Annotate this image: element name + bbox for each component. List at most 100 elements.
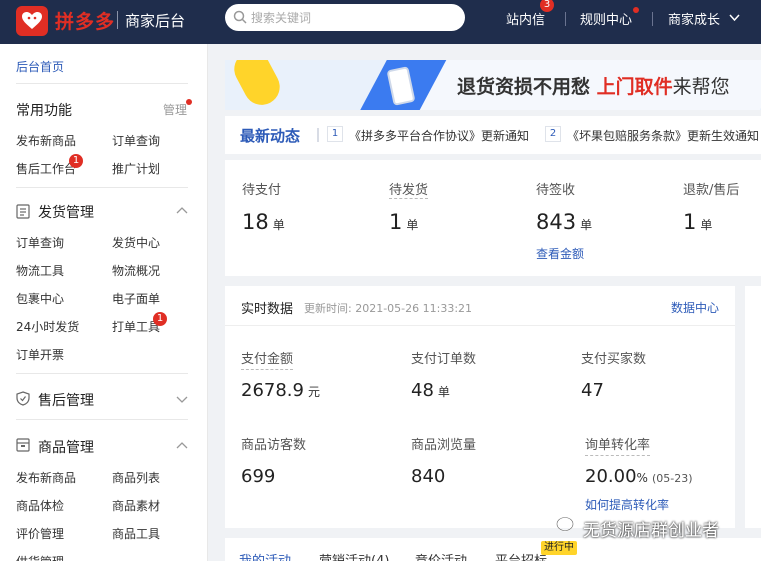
in-progress-badge: 进行中: [541, 541, 577, 555]
tab-platform-tender[interactable]: 平台招标: [495, 550, 547, 561]
sidebar-divider: [16, 83, 188, 84]
sidebar-item-e-waybill[interactable]: 电子面单: [112, 290, 160, 307]
promo-banner[interactable]: 退货资损不用愁 上门取件来帮您: [225, 60, 761, 110]
chevron-up-icon[interactable]: [176, 206, 188, 214]
sidebar-item-aftersale-workbench[interactable]: 售后工作台: [16, 160, 76, 177]
realtime-title: 实时数据: [241, 302, 294, 317]
stat-value-refund[interactable]: 1单: [683, 210, 712, 234]
metric-label-pay-buyers[interactable]: 支付买家数: [581, 348, 646, 369]
metric-value-conversion-rate: 20.00% (05-23): [585, 466, 693, 487]
nav-rules-center[interactable]: 规则中心: [580, 9, 632, 28]
logo-divider: [117, 11, 118, 29]
logo-text[interactable]: 拼多多: [55, 7, 115, 34]
tab-marketing-activity[interactable]: 营销活动(4): [319, 550, 389, 561]
metric-value-pageviews: 840: [411, 466, 446, 487]
stat-label-refund[interactable]: 退款/售后: [683, 179, 739, 198]
sidebar-divider: [16, 419, 188, 420]
sidebar-item-logistics-overview[interactable]: 物流概况: [112, 262, 160, 279]
stat-label-pending-shipment[interactable]: 待发货: [389, 179, 429, 199]
activity-panel: 我的活动 营销活动(4) 竞价活动 平台招标 进行中: [225, 538, 761, 561]
tab-bidding-activity[interactable]: 竞价活动: [415, 550, 467, 561]
goods-box-icon: [16, 438, 30, 452]
metric-label-visitors[interactable]: 商品访客数: [241, 434, 306, 455]
search-icon: [233, 10, 247, 24]
sidebar-item-order-query[interactable]: 订单查询: [112, 132, 160, 149]
improve-conversion-link[interactable]: 如何提高转化率: [585, 496, 669, 513]
sidebar-section-aftersale[interactable]: 售后管理: [38, 390, 94, 410]
sidebar-item-review-manage[interactable]: 评价管理: [16, 525, 64, 542]
wechat-icon: [556, 516, 574, 532]
nav-divider: [652, 12, 653, 26]
stat-label-pending-receipt[interactable]: 待签收: [536, 179, 575, 198]
news-number: 1: [327, 126, 343, 142]
data-center-link[interactable]: 数据中心: [671, 299, 719, 316]
tab-my-activity[interactable]: 我的活动: [239, 550, 291, 561]
realtime-update-time: 更新时间: 2021-05-26 11:33:21: [304, 302, 473, 315]
sidebar-section-goods[interactable]: 商品管理: [38, 437, 94, 457]
sidebar-item-goods-check[interactable]: 商品体检: [16, 497, 64, 514]
realtime-header: 实时数据 更新时间: 2021-05-26 11:33:21 数据中心: [225, 286, 735, 326]
sidebar: 后台首页 常用功能 管理 发布新商品 订单查询 售后工作台 1 推广计划 发货管…: [0, 44, 208, 561]
sidebar-home-link[interactable]: 后台首页: [16, 58, 64, 75]
sidebar-item-supply-manage[interactable]: 供货管理: [16, 553, 64, 561]
sidebar-item-publish-goods[interactable]: 发布新商品: [16, 469, 76, 486]
view-amount-link[interactable]: 查看金额: [536, 245, 584, 262]
search-input[interactable]: [251, 8, 451, 27]
sidebar-item-logistics-tools[interactable]: 物流工具: [16, 262, 64, 279]
nav-messages[interactable]: 站内信: [506, 9, 545, 28]
sidebar-item-order-invoice[interactable]: 订单开票: [16, 346, 64, 363]
news-bar: 最新动态 1 《拼多多平台合作协议》更新通知 2 《坏果包赔服务条款》更新生效通…: [225, 116, 761, 154]
watermark-text: 无货源店群创业者: [583, 521, 719, 541]
stat-value-pending-payment[interactable]: 18 单: [242, 210, 285, 234]
sidebar-divider: [16, 187, 188, 188]
news-title: 最新动态: [240, 127, 301, 145]
manage-dot: [186, 99, 192, 105]
sidebar-item-publish-goods[interactable]: 发布新商品: [16, 132, 76, 149]
nav-merchant-growth[interactable]: 商家成长: [668, 9, 720, 28]
sidebar-item-order-query[interactable]: 订单查询: [16, 234, 64, 251]
stat-value-pending-receipt[interactable]: 843 单: [536, 210, 592, 234]
news-item[interactable]: 《拼多多平台合作协议》更新通知: [349, 127, 529, 144]
stat-label-pending-payment[interactable]: 待支付: [242, 179, 281, 198]
sidebar-manage-link[interactable]: 管理: [163, 101, 187, 118]
sidebar-section-shipping[interactable]: 发货管理: [38, 202, 94, 222]
metric-label-pay-amount[interactable]: 支付金额: [241, 348, 294, 370]
top-bar: 拼多多 商家后台 站内信 3 规则中心 商家成长: [0, 0, 761, 44]
sidebar-item-goods-tools[interactable]: 商品工具: [112, 525, 160, 542]
metric-value-pay-amount: 2678.9 元: [241, 380, 320, 401]
sidebar-item-promotion-plan[interactable]: 推广计划: [112, 160, 160, 177]
metric-label-conversion-rate[interactable]: 询单转化率: [585, 434, 651, 456]
order-stats-panel: 待支付 18 单 待发货 1单 待签收 843 单 查看金额 退款/售后 1单: [225, 160, 761, 276]
print-tool-badge: 1: [153, 312, 167, 326]
sidebar-section-common: 常用功能: [16, 103, 72, 119]
sidebar-item-parcel-center[interactable]: 包裹中心: [16, 290, 64, 307]
banner-decoration: [227, 60, 287, 110]
rules-dot: [633, 7, 639, 13]
metric-label-pay-orders[interactable]: 支付订单数: [411, 348, 476, 369]
news-number: 2: [545, 126, 561, 142]
messages-badge: 3: [540, 0, 554, 12]
metric-value-visitors: 699: [241, 466, 276, 487]
news-item[interactable]: 《坏果包赔服务条款》更新生效通知: [567, 127, 759, 144]
sidebar-item-goods-list[interactable]: 商品列表: [112, 469, 160, 486]
logo-subtitle[interactable]: 商家后台: [125, 10, 185, 31]
shield-icon: [16, 391, 30, 406]
metric-value-pay-orders: 48 单: [411, 380, 450, 401]
aftersale-badge: 1: [69, 154, 83, 168]
pinduoduo-logo-icon[interactable]: [16, 6, 48, 36]
stat-value-pending-shipment[interactable]: 1单: [389, 210, 418, 234]
side-panel-edge: [745, 286, 761, 528]
chevron-down-icon[interactable]: [729, 14, 740, 22]
sidebar-item-shipping-center[interactable]: 发货中心: [112, 234, 160, 251]
sidebar-item-24h-shipping[interactable]: 24小时发货: [16, 318, 79, 335]
realtime-data-panel: 实时数据 更新时间: 2021-05-26 11:33:21 数据中心 支付金额…: [225, 286, 735, 528]
metric-label-pageviews[interactable]: 商品浏览量: [411, 434, 476, 455]
sidebar-divider: [16, 373, 188, 374]
sidebar-item-goods-material[interactable]: 商品素材: [112, 497, 160, 514]
metric-value-pay-buyers: 47: [581, 380, 604, 401]
banner-text: 退货资损不用愁 上门取件来帮您: [457, 76, 730, 98]
search-box[interactable]: [225, 4, 465, 31]
chevron-up-icon[interactable]: [176, 441, 188, 449]
news-divider: [317, 128, 319, 142]
chevron-down-icon[interactable]: [176, 396, 188, 404]
